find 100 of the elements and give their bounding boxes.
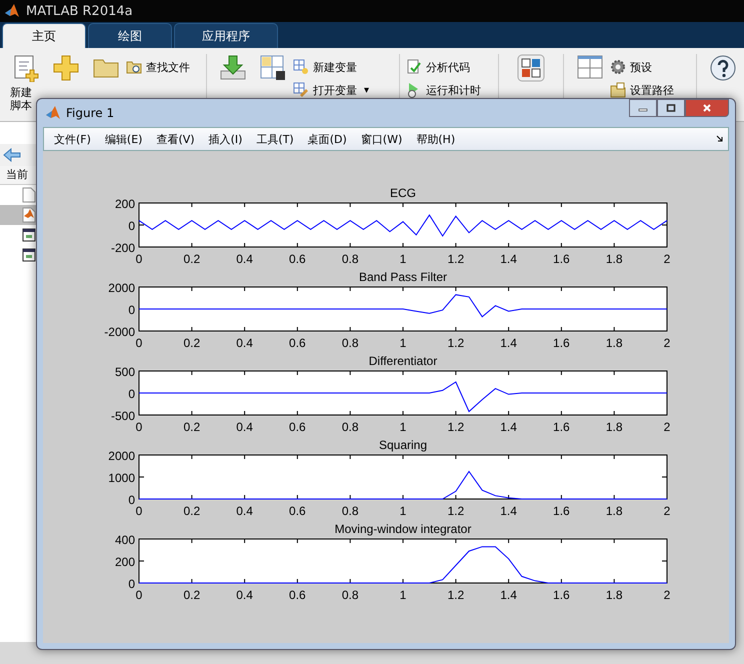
tick-label: 0 (128, 219, 135, 233)
menu-item[interactable]: 窗口(W) (354, 132, 408, 146)
tick-label: 1.2 (447, 252, 464, 266)
ribbon-command[interactable]: 新建变量 (293, 58, 393, 76)
tick-label: 0.4 (236, 336, 253, 350)
chart-title: ECG (390, 186, 416, 200)
tick-label: 2000 (108, 281, 135, 295)
tick-label: 1 (400, 420, 406, 434)
checked-document-icon (406, 59, 422, 75)
tick-label: 0.2 (183, 420, 200, 434)
tick-label: 1.4 (500, 336, 517, 350)
ribbon-command[interactable]: 查找文件 (126, 58, 200, 76)
tick-label: 0 (128, 577, 135, 591)
tick-label: 2000 (108, 449, 135, 463)
settings-icon (610, 59, 626, 75)
menu-item[interactable]: 桌面(D) (302, 132, 353, 146)
menu-item[interactable]: 工具(T) (250, 132, 300, 146)
tick-label: 0.2 (183, 588, 200, 602)
tick-label: 0 (136, 588, 142, 602)
ribbon-command[interactable]: 设置路径 (610, 81, 690, 99)
new-variable-icon (293, 59, 309, 75)
maximize-button[interactable] (657, 99, 685, 117)
ribbon-command[interactable]: 打开变量 ▾ (293, 81, 393, 99)
save-workspace-icon[interactable] (259, 54, 287, 82)
ribbon-tab[interactable]: 主页 (2, 23, 86, 48)
tick-label: 1.2 (447, 420, 464, 434)
menu-item[interactable]: 文件(F) (48, 132, 97, 146)
tick-label: 1.8 (606, 336, 623, 350)
ribbon-command[interactable]: 预设 (610, 58, 690, 76)
tick-label: 0.6 (289, 588, 306, 602)
minimize-button[interactable] (629, 99, 657, 117)
ribbon-command[interactable]: 运行和计时 (406, 81, 492, 99)
tick-label: -500 (110, 409, 135, 423)
tick-label: 1.4 (500, 504, 517, 518)
simulink-icon[interactable] (517, 54, 545, 82)
tick-label: 1.2 (447, 504, 464, 518)
ribbon-tab[interactable]: 应用程序 (174, 23, 278, 48)
menu-item[interactable]: 查看(V) (150, 132, 201, 146)
tick-label: 0 (136, 252, 142, 266)
tick-label: 0.2 (183, 336, 200, 350)
tick-label: 1 (400, 504, 406, 518)
close-button[interactable] (685, 99, 729, 117)
chart-title: Differentiator (368, 354, 438, 368)
folder-search-icon (126, 59, 142, 75)
tick-label: 1.8 (606, 588, 623, 602)
menu-item[interactable]: 插入(I) (202, 132, 248, 146)
tick-label: 2 (664, 252, 670, 266)
new-script-icon[interactable] (12, 54, 40, 82)
tick-label: 200 (114, 555, 135, 569)
help-icon[interactable] (709, 54, 737, 82)
tick-label: 0 (136, 420, 142, 434)
ribbon-command[interactable]: 分析代码 (406, 58, 492, 76)
tick-label: 1.4 (500, 252, 517, 266)
window-title: MATLAB R2014a (26, 4, 133, 18)
tick-label: 1.8 (606, 420, 623, 434)
tick-label: -200 (110, 241, 135, 255)
dock-arrow-icon[interactable] (716, 135, 724, 143)
figure-file-icon (22, 227, 36, 243)
import-icon[interactable] (219, 54, 247, 82)
new-script-label[interactable]: 新建 脚本 (10, 86, 32, 112)
tick-label: 0 (128, 493, 135, 507)
tick-label: 0 (128, 387, 135, 401)
tick-label: 1.4 (500, 420, 517, 434)
figure-title: Figure 1 (66, 106, 114, 120)
tick-label: 0.6 (289, 420, 306, 434)
folder-icon (610, 82, 626, 98)
matlab-logo-icon (45, 105, 61, 121)
tick-label: 2 (664, 420, 670, 434)
tick-label: 2 (664, 504, 670, 518)
tick-label: 0.2 (183, 504, 200, 518)
back-arrow-icon[interactable] (3, 148, 21, 162)
tick-label: 200 (114, 197, 135, 211)
tick-label: 0.8 (342, 336, 359, 350)
tick-label: 1.8 (606, 504, 623, 518)
tick-label: 1.8 (606, 252, 623, 266)
tick-label: 2 (664, 588, 670, 602)
tick-label: 1000 (108, 471, 135, 485)
chart-title: Band Pass Filter (358, 270, 448, 284)
ribbon-tab[interactable]: 绘图 (88, 23, 172, 48)
tick-label: 1.6 (553, 588, 570, 602)
dropdown-caret[interactable]: ▾ (364, 84, 370, 96)
tick-label: 0.2 (183, 252, 200, 266)
tick-label: 1 (400, 252, 406, 266)
tick-label: 0 (128, 303, 135, 317)
tick-label: 0.8 (342, 588, 359, 602)
menu-item[interactable]: 帮助(H) (410, 132, 462, 146)
tick-label: 1.6 (553, 336, 570, 350)
tick-label: 1.2 (447, 588, 464, 602)
menu-item[interactable]: 编辑(E) (98, 132, 148, 146)
tick-label: 0.8 (342, 420, 359, 434)
figure-file-icon (22, 247, 36, 263)
tick-label: 1.6 (553, 252, 570, 266)
tick-label: 0 (136, 336, 142, 350)
tick-label: 2 (664, 336, 670, 350)
tick-label: 0.4 (236, 588, 253, 602)
close-icon (702, 104, 712, 112)
tick-label: 0.6 (289, 504, 306, 518)
matlab-logo-icon (4, 3, 20, 19)
plus-icon[interactable] (52, 54, 80, 82)
tick-label: 0.6 (289, 252, 306, 266)
